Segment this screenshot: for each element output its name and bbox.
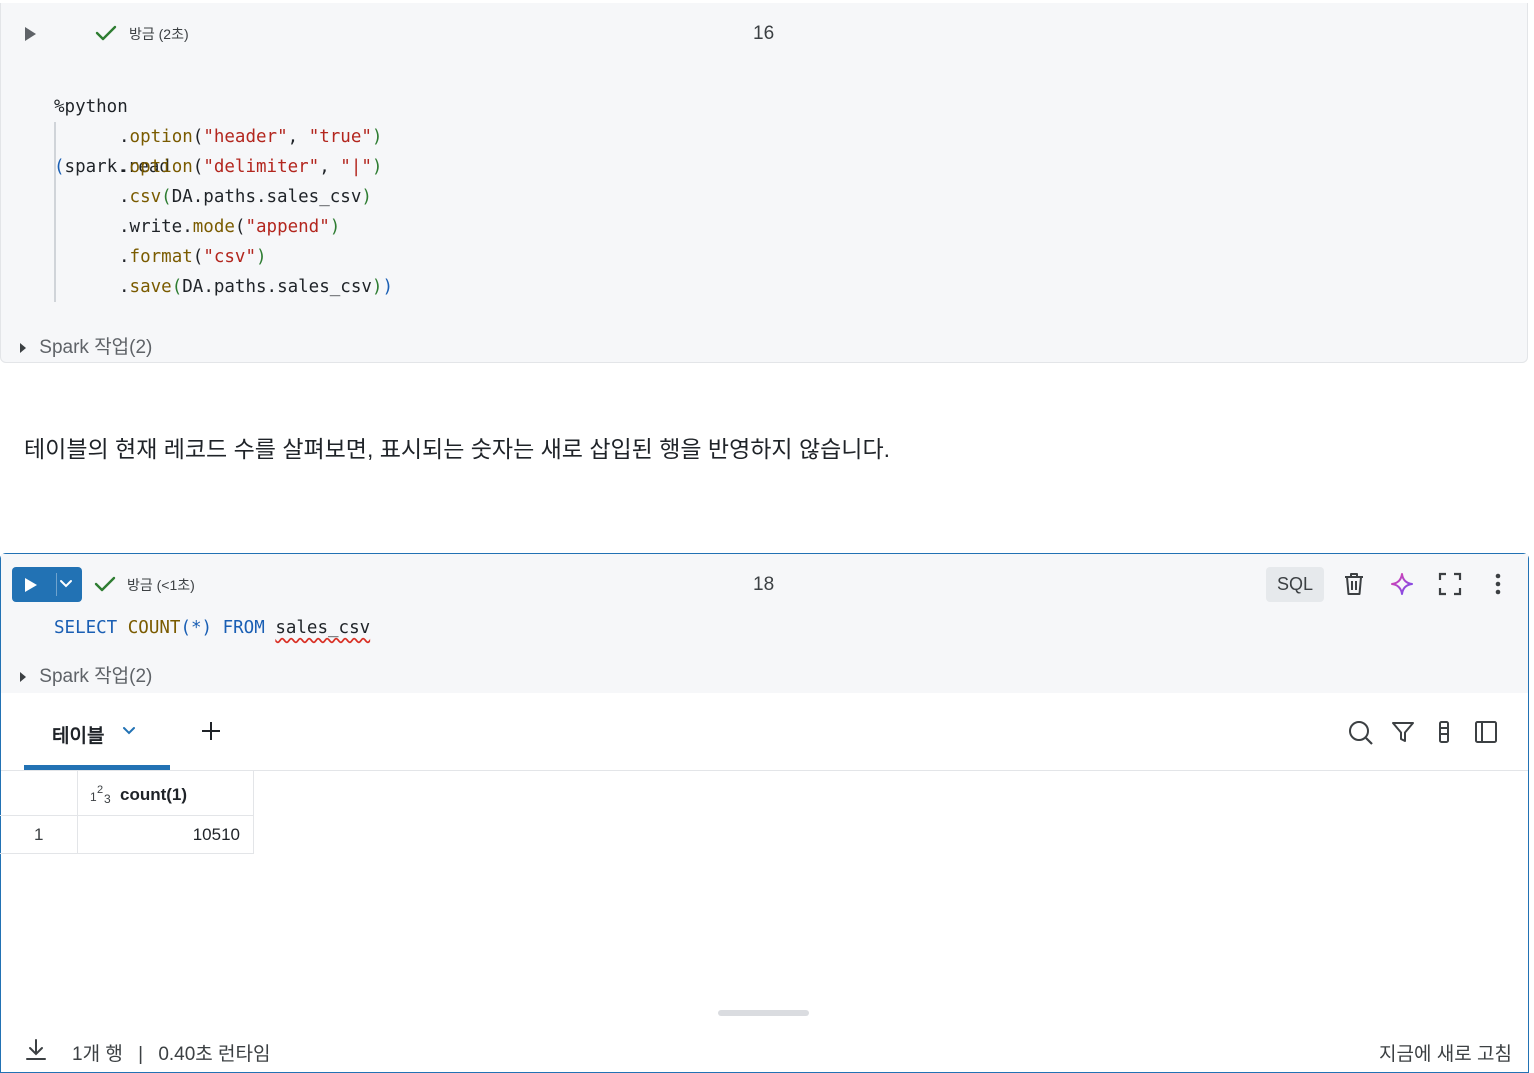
row-count: 1개 행 [72, 1044, 123, 1065]
code-line: .save(DA.paths.sales_csv)) [119, 277, 393, 297]
toolbar-divider [1, 770, 1528, 771]
runtime: 0.40초 런타임 [158, 1044, 271, 1065]
search-icon[interactable] [1348, 720, 1374, 746]
tab-table[interactable]: 테이블 [24, 693, 170, 770]
code-line: .format("csv") [119, 247, 267, 267]
cell-number: 18 [753, 574, 775, 595]
column-divider [253, 771, 254, 853]
check-icon [94, 576, 116, 592]
markdown-text: 테이블의 현재 레코드 수를 살펴보면, 표시되는 숫자는 새로 삽입된 행을 … [24, 436, 890, 462]
cell-status: 방금 (<1초) [127, 577, 195, 593]
expand-icon [20, 672, 26, 682]
refresh-status: 지금에 새로 고침 [1379, 1044, 1512, 1065]
fullscreen-icon[interactable] [1438, 572, 1462, 596]
resize-handle[interactable] [718, 1010, 809, 1016]
more-vert-icon[interactable] [1490, 572, 1506, 596]
chevron-down-icon[interactable] [59, 579, 73, 589]
row-divider [0, 853, 254, 854]
cell-status: 방금 (2초) [129, 26, 189, 42]
code-line: %python [54, 97, 128, 117]
ai-assistant-icon[interactable] [1390, 572, 1414, 596]
button-divider [56, 573, 57, 596]
row-index: 1 [34, 825, 44, 844]
svg-text:3: 3 [104, 792, 111, 805]
column-settings-icon[interactable] [1436, 720, 1452, 744]
code-line: .write.mode("append") [119, 217, 341, 237]
chevron-down-icon[interactable] [122, 726, 136, 736]
spark-jobs-label: Spark 작업(2) [39, 337, 153, 358]
tab-label: 테이블 [52, 726, 105, 747]
run-cell-button[interactable] [12, 567, 82, 602]
spark-jobs-toggle[interactable]: Spark 작업(2) [20, 661, 152, 688]
integer-type-icon: 1 2 3 [90, 784, 111, 805]
expand-icon [20, 343, 26, 353]
sidebar-panel-icon[interactable] [1474, 720, 1498, 744]
code-line: .option("delimiter", "|") [119, 157, 383, 177]
language-badge[interactable]: SQL [1266, 567, 1324, 602]
spark-jobs-label: Spark 작업(2) [39, 666, 153, 687]
svg-text:1: 1 [90, 790, 97, 804]
trash-icon[interactable] [1342, 571, 1366, 597]
svg-text:2: 2 [97, 784, 103, 796]
code-line: .option("header", "true") [119, 127, 383, 147]
result-summary: 1개 행 | 0.40초 런타임 [72, 1039, 271, 1066]
column-header-count[interactable]: 1 2 3 count(1) [78, 772, 253, 815]
check-icon [95, 25, 117, 41]
separator: | [138, 1044, 144, 1065]
code-line: .csv(DA.paths.sales_csv) [119, 187, 372, 207]
column-name: count(1) [120, 785, 188, 804]
add-tab-icon[interactable] [200, 720, 222, 742]
sql-editor[interactable]: SELECT COUNT(*) FROM sales_csv [54, 618, 370, 638]
play-icon [25, 578, 37, 592]
download-icon[interactable] [25, 1038, 47, 1062]
cell-number: 16 [753, 23, 775, 44]
spark-jobs-toggle[interactable]: Spark 작업(2) [20, 332, 152, 359]
filter-icon[interactable] [1391, 720, 1415, 744]
table-cell[interactable]: 10510 [78, 825, 240, 845]
row-divider [0, 815, 254, 816]
code-editor-body[interactable]: .option("header", "true") .option("delimi… [54, 122, 393, 302]
run-cell-icon[interactable] [25, 27, 36, 41]
